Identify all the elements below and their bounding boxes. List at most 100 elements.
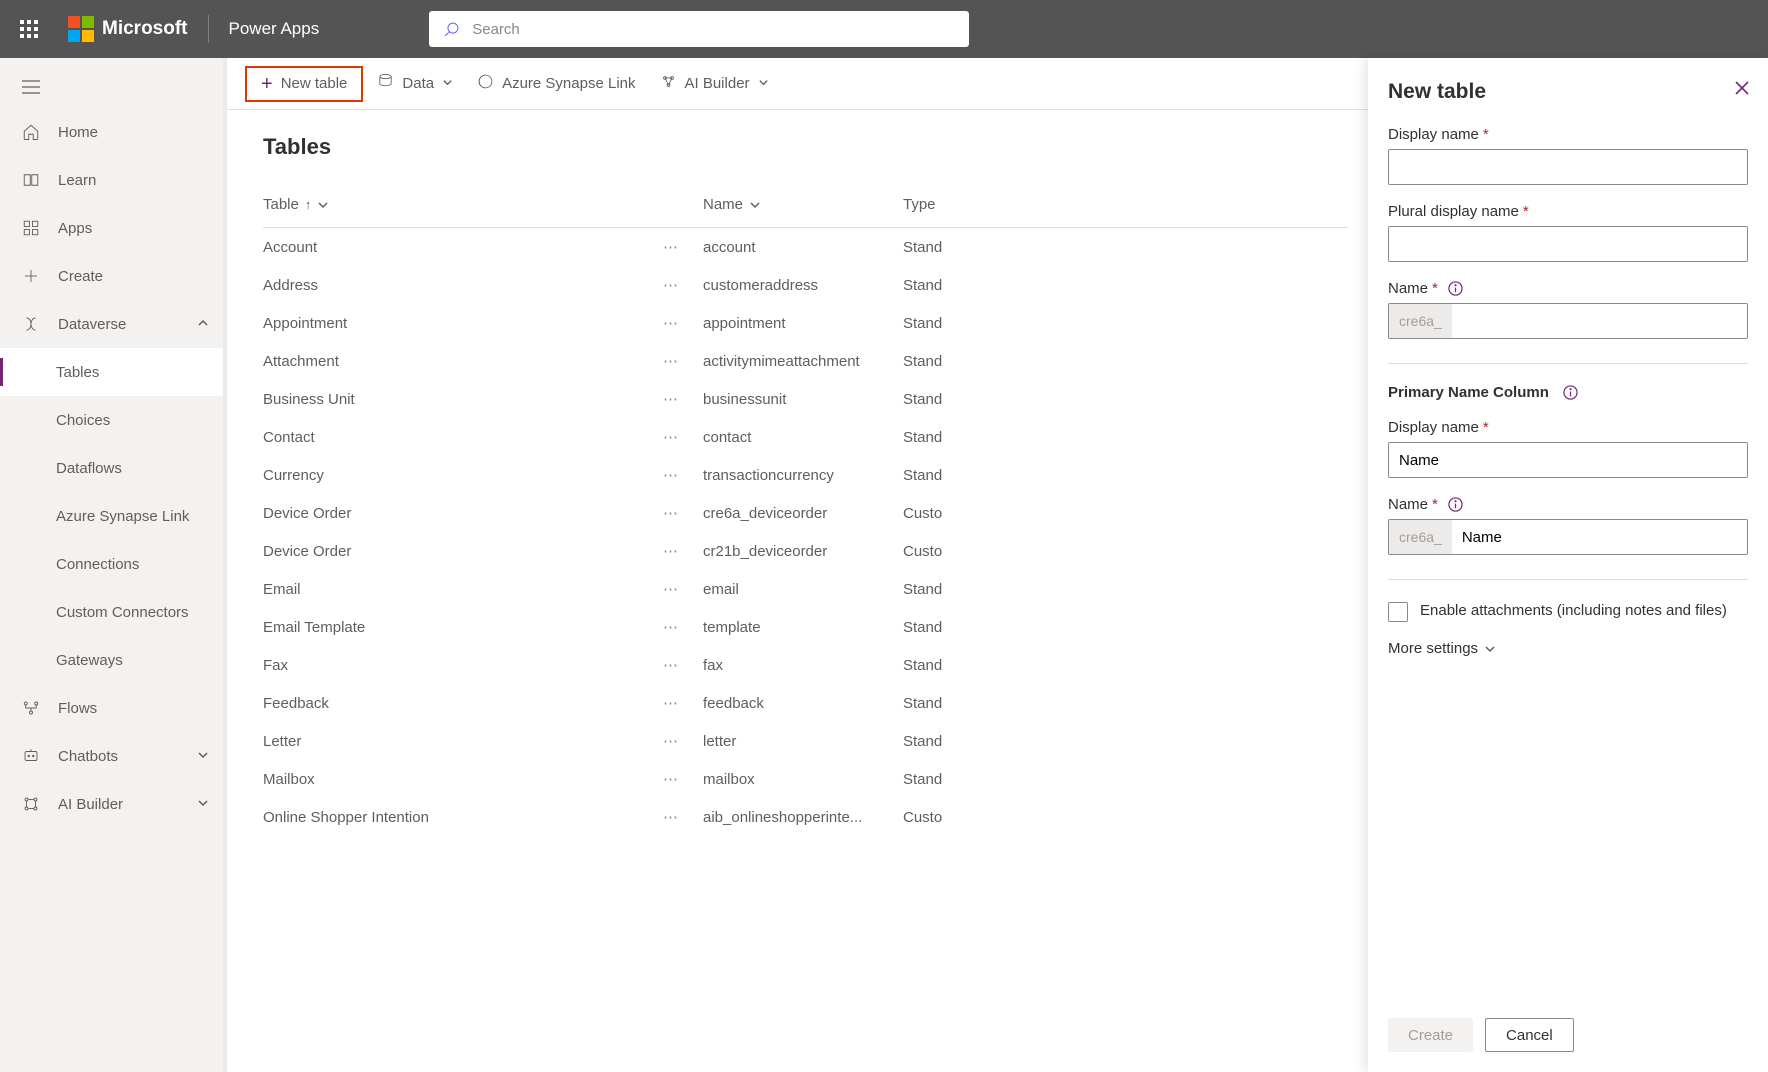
row-actions-button[interactable]: ⋯ <box>663 656 703 674</box>
flows-icon <box>22 699 40 717</box>
table-row[interactable]: Device Order⋯cr21b_deviceorderCusto <box>263 532 1348 570</box>
row-actions-button[interactable]: ⋯ <box>663 580 703 598</box>
row-actions-button[interactable]: ⋯ <box>663 314 703 332</box>
row-actions-button[interactable]: ⋯ <box>663 618 703 636</box>
name-input[interactable] <box>1452 304 1747 338</box>
close-panel-button[interactable] <box>1734 80 1750 99</box>
row-actions-button[interactable]: ⋯ <box>663 428 703 446</box>
more-settings-toggle[interactable]: More settings <box>1388 640 1748 657</box>
table-row[interactable]: Address⋯customeraddressStand <box>263 266 1348 304</box>
row-actions-button[interactable]: ⋯ <box>663 238 703 256</box>
ai-builder-menu[interactable]: AI Builder <box>650 67 779 100</box>
row-name: letter <box>703 733 903 750</box>
nav-item-apps[interactable]: Apps <box>0 204 227 252</box>
primary-name-input[interactable] <box>1452 520 1747 554</box>
nav-item-dataflows[interactable]: Dataflows <box>0 444 227 492</box>
row-table: Business Unit <box>263 391 663 408</box>
app-header: Microsoft Power Apps <box>0 0 1768 58</box>
nav-item-connections[interactable]: Connections <box>0 540 227 588</box>
chevron-down-icon <box>317 199 329 211</box>
table-row[interactable]: Attachment⋯activitymimeattachmentStand <box>263 342 1348 380</box>
column-header-type[interactable]: Type <box>903 196 1023 213</box>
table-row[interactable]: Feedback⋯feedbackStand <box>263 684 1348 722</box>
synapse-icon <box>477 73 494 94</box>
row-actions-button[interactable]: ⋯ <box>663 732 703 750</box>
table-row[interactable]: Mailbox⋯mailboxStand <box>263 760 1348 798</box>
info-icon[interactable] <box>1448 281 1463 296</box>
nav-label: Flows <box>58 700 97 717</box>
display-name-input[interactable] <box>1389 150 1747 184</box>
table-row[interactable]: Device Order⋯cre6a_deviceorderCusto <box>263 494 1348 532</box>
display-name-label: Display name* <box>1388 126 1748 143</box>
row-actions-button[interactable]: ⋯ <box>663 542 703 560</box>
nav-item-create[interactable]: Create <box>0 252 227 300</box>
nav-item-azure-synapse-link[interactable]: Azure Synapse Link <box>0 492 227 540</box>
info-icon[interactable] <box>1448 497 1463 512</box>
microsoft-logo-icon <box>68 16 94 42</box>
enable-attachments-checkbox[interactable] <box>1388 602 1408 622</box>
create-button[interactable]: Create <box>1388 1018 1473 1052</box>
table-row[interactable]: Online Shopper Intention⋯aib_onlineshopp… <box>263 798 1348 836</box>
column-header-table[interactable]: Table ↑ <box>263 196 703 213</box>
row-table: Online Shopper Intention <box>263 809 663 826</box>
table-row[interactable]: Fax⋯faxStand <box>263 646 1348 684</box>
row-actions-button[interactable]: ⋯ <box>663 466 703 484</box>
primary-display-name-input[interactable] <box>1389 443 1747 477</box>
database-icon <box>377 73 394 94</box>
new-table-button[interactable]: + New table <box>245 66 363 102</box>
page-title: Tables <box>263 134 1348 160</box>
data-menu[interactable]: Data <box>367 67 463 100</box>
row-type: Custo <box>903 505 1023 522</box>
row-name: account <box>703 239 903 256</box>
azure-synapse-button[interactable]: Azure Synapse Link <box>467 67 645 100</box>
nav-item-ai-builder[interactable]: AI Builder <box>0 780 227 828</box>
chevron-down-icon <box>758 75 769 92</box>
nav-item-learn[interactable]: Learn <box>0 156 227 204</box>
nav-item-tables[interactable]: Tables <box>0 348 227 396</box>
row-actions-button[interactable]: ⋯ <box>663 352 703 370</box>
row-type: Stand <box>903 467 1023 484</box>
nav-label: Tables <box>56 364 99 381</box>
row-actions-button[interactable]: ⋯ <box>663 390 703 408</box>
row-actions-button[interactable]: ⋯ <box>663 808 703 826</box>
column-header-name[interactable]: Name <box>703 196 903 213</box>
nav-label: Dataflows <box>56 460 122 477</box>
table-row[interactable]: Email Template⋯templateStand <box>263 608 1348 646</box>
app-launcher-icon[interactable] <box>0 0 58 58</box>
nav-label: Dataverse <box>58 316 126 333</box>
row-actions-button[interactable]: ⋯ <box>663 504 703 522</box>
search-box[interactable] <box>429 11 969 47</box>
table-row[interactable]: Currency⋯transactioncurrencyStand <box>263 456 1348 494</box>
name-label: Name* <box>1388 280 1748 297</box>
row-actions-button[interactable]: ⋯ <box>663 276 703 294</box>
nav-item-flows[interactable]: Flows <box>0 684 227 732</box>
search-input[interactable] <box>470 20 955 39</box>
table-row[interactable]: Letter⋯letterStand <box>263 722 1348 760</box>
row-table: Account <box>263 239 663 256</box>
row-name: appointment <box>703 315 903 332</box>
cancel-button[interactable]: Cancel <box>1485 1018 1574 1052</box>
app-name: Power Apps <box>229 19 320 39</box>
nav-item-dataverse[interactable]: Dataverse <box>0 300 227 348</box>
nav-label: Apps <box>58 220 92 237</box>
nav-label: Choices <box>56 412 110 429</box>
plural-name-input[interactable] <box>1389 227 1747 261</box>
nav-label: Gateways <box>56 652 123 669</box>
row-name: transactioncurrency <box>703 467 903 484</box>
nav-item-gateways[interactable]: Gateways <box>0 636 227 684</box>
table-row[interactable]: Email⋯emailStand <box>263 570 1348 608</box>
table-row[interactable]: Contact⋯contactStand <box>263 418 1348 456</box>
table-row[interactable]: Appointment⋯appointmentStand <box>263 304 1348 342</box>
table-row[interactable]: Business Unit⋯businessunitStand <box>263 380 1348 418</box>
nav-item-chatbots[interactable]: Chatbots <box>0 732 227 780</box>
nav-item-custom-connectors[interactable]: Custom Connectors <box>0 588 227 636</box>
nav-item-choices[interactable]: Choices <box>0 396 227 444</box>
nav-collapse-button[interactable] <box>0 66 227 108</box>
table-row[interactable]: Account⋯accountStand <box>263 228 1348 266</box>
info-icon[interactable] <box>1563 385 1578 400</box>
row-actions-button[interactable]: ⋯ <box>663 694 703 712</box>
nav-label: Create <box>58 268 103 285</box>
row-actions-button[interactable]: ⋯ <box>663 770 703 788</box>
nav-item-home[interactable]: Home <box>0 108 227 156</box>
ai-icon <box>22 795 40 813</box>
